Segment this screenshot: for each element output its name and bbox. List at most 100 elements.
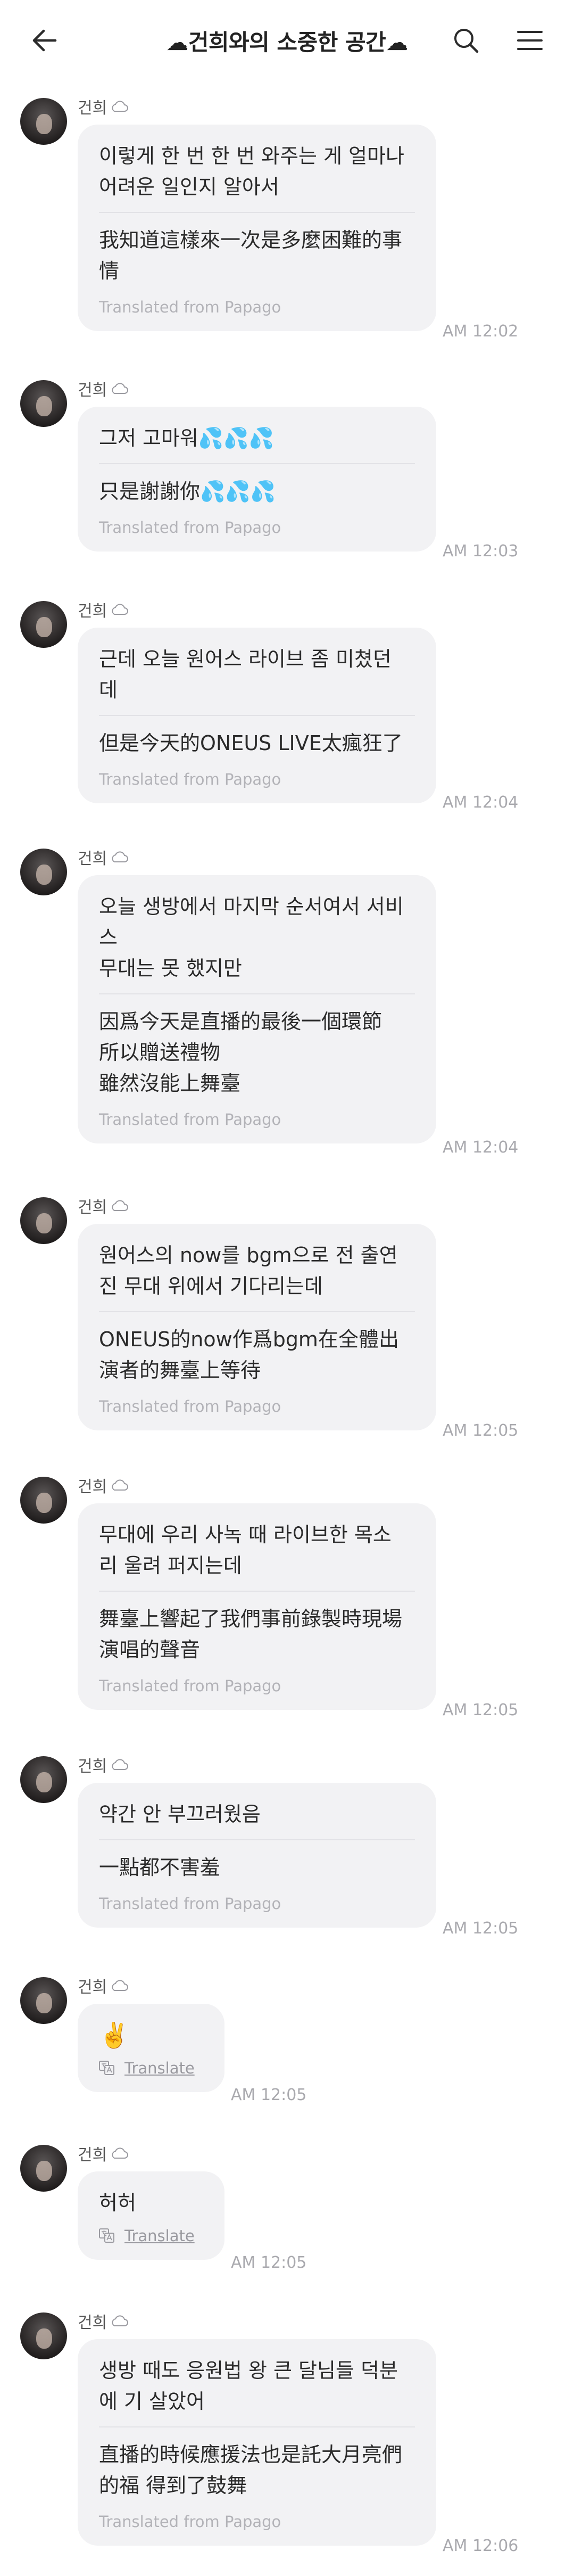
original-text: 생방 때도 응원법 왕 큰 달님들 덕분 에 기 살았어 [99,2359,398,2413]
message-time: AM 12:02 [443,322,519,341]
message-bubble[interactable]: 약간 안 부끄러웠음 一點都不害羞 Translated from Papago [78,1783,436,1928]
translated-text: 因爲今天是直播的最後一個環節 所以贈送禮物 雖然沒能上舞臺 [99,1010,382,1095]
sender-name-row: 건희 [78,1753,129,1776]
search-button[interactable] [447,21,485,60]
message-time: AM 12:05 [443,1421,519,1440]
avatar[interactable] [20,601,67,648]
translated-text: 只是謝謝你💦💦💦 [99,480,276,503]
cloud-icon [112,2315,129,2326]
back-button[interactable] [26,21,64,60]
translation-credit: Translated from Papago [99,2513,281,2531]
sender-name: 건희 [78,1198,107,1217]
translation-credit: Translated from Papago [99,1895,281,1913]
message-item: 건희 오늘 생방에서 마지막 순서여서 서비 스 무대는 못 했지만 因爲今天是… [0,836,574,1157]
avatar[interactable] [20,1477,67,1524]
cloud-icon [112,1980,129,1991]
message-bubble[interactable]: 허허 Translate [78,2171,224,2260]
divider [99,1311,415,1312]
cloud-icon [112,1479,129,1491]
message-item: 건희 허허 Translate AM 12:05 [0,2132,574,2286]
avatar[interactable] [20,1977,67,2024]
translated-text: 我知道這樣來一次是多麼困難的事 情 [99,228,403,283]
divider [99,993,415,994]
translated-text: 直播的時候應援法也是託大月亮們 的福 得到了鼓舞 [99,2443,403,2497]
message-bubble[interactable]: 근데 오늘 원어스 라이브 좀 미쳤던 데 但是今天的ONEUS LIVE太瘋狂… [78,628,436,803]
avatar[interactable] [20,98,67,145]
message-item: 건희 생방 때도 응원법 왕 큰 달님들 덕분 에 기 살았어 直播的時候應援法… [0,2300,574,2566]
sender-name: 건희 [78,1757,107,1776]
sender-name: 건희 [78,850,107,868]
message-bubble[interactable]: 무대에 우리 사녹 때 라이브한 목소 리 울려 퍼지는데 舞臺上響起了我們事前… [78,1503,436,1710]
sender-name: 건희 [78,602,107,621]
message-item: 건희 이렇게 한 번 한 번 와주는 게 얼마나 어려운 일인지 알아서 我知道… [0,85,574,362]
cloud-icon [112,1200,129,1211]
translate-label: Translate [124,2227,195,2245]
sender-name: 건희 [78,2146,107,2165]
translate-label: Translate [124,2059,195,2077]
message-bubble[interactable]: 이렇게 한 번 한 번 와주는 게 얼마나 어려운 일인지 알아서 我知道這樣來… [78,125,436,331]
chat-title: ☁건희와의 소중한 공간☁ [166,29,408,55]
avatar[interactable] [20,2312,67,2359]
message-time: AM 12:04 [443,793,519,812]
hamburger-menu-icon [517,31,543,50]
avatar[interactable] [20,1197,67,1244]
message-time: AM 12:06 [443,2537,519,2555]
translation-credit: Translated from Papago [99,519,281,537]
message-bubble[interactable]: 생방 때도 응원법 왕 큰 달님들 덕분 에 기 살았어 直播的時候應援法也是託… [78,2339,436,2546]
sender-name-row: 건희 [78,2142,129,2165]
translation-credit: Translated from Papago [99,770,281,788]
message-item: 건희 ✌️ Translate AM 12:05 [0,1964,574,2119]
message-time: AM 12:03 [443,542,519,561]
divider [99,1839,415,1840]
sender-name-row: 건희 [78,1474,129,1497]
sender-name: 건희 [78,381,107,400]
divider [99,1591,415,1592]
cloud-icon [112,1759,129,1770]
sender-name-row: 건희 [78,845,129,869]
translate-icon [99,2061,114,2075]
sender-name-row: 건희 [78,1974,129,1997]
sender-name: 건희 [78,1978,107,1997]
message-item: 건희 그저 고마워💦💦💦 只是謝謝你💦💦💦 Translated from Pa… [0,367,574,575]
translate-button[interactable]: Translate [99,2227,203,2245]
original-text: 그저 고마워💦💦💦 [99,426,274,450]
message-item: 건희 약간 안 부끄러웠음 一點都不害羞 Translated from Pap… [0,1743,574,1951]
message-time: AM 12:05 [231,2253,307,2272]
avatar[interactable] [20,380,67,427]
message-time: AM 12:04 [443,1138,519,1157]
message-bubble[interactable]: 그저 고마워💦💦💦 只是謝謝你💦💦💦 Translated from Papag… [78,407,436,552]
message-item: 건희 근데 오늘 원어스 라이브 좀 미쳤던 데 但是今天的ONEUS LIVE… [0,588,574,822]
message-time: AM 12:05 [443,1701,519,1719]
divider [99,2426,415,2427]
chat-header: ☁건희와의 소중한 공간☁ [0,0,574,80]
original-text: ✌️ [99,2021,130,2050]
translation-credit: Translated from Papago [99,1677,281,1695]
message-item: 건희 무대에 우리 사녹 때 라이브한 목소 리 울려 퍼지는데 舞臺上響起了我… [0,1464,574,1730]
sender-name-row: 건희 [78,377,129,400]
translated-text: 舞臺上響起了我們事前錄製時現場 演唱的聲音 [99,1607,403,1661]
menu-button[interactable] [511,21,549,60]
sender-name-row: 건희 [78,1194,129,1217]
original-text: 근데 오늘 원어스 라이브 좀 미쳤던 데 [99,647,392,702]
search-icon [454,29,479,53]
cloud-icon [112,604,129,615]
translate-button[interactable]: Translate [99,2059,203,2077]
avatar[interactable] [20,2145,67,2192]
message-time: AM 12:05 [443,1919,519,1938]
translation-credit: Translated from Papago [99,298,281,316]
divider [99,463,415,464]
message-bubble[interactable]: 원어스의 now를 bgm으로 전 출연 진 무대 위에서 기다리는데 ONEU… [78,1224,436,1430]
translation-credit: Translated from Papago [99,1397,281,1415]
translate-icon [99,2228,114,2243]
sender-name: 건희 [78,99,107,118]
original-text: 원어스의 now를 bgm으로 전 출연 진 무대 위에서 기다리는데 [99,1244,398,1298]
message-bubble[interactable]: ✌️ Translate [78,2004,224,2092]
avatar[interactable] [20,1756,67,1803]
cloud-icon [112,2147,129,2159]
avatar[interactable] [20,849,67,895]
message-item: 건희 원어스의 now를 bgm으로 전 출연 진 무대 위에서 기다리는데 O… [0,1184,574,1451]
message-bubble[interactable]: 오늘 생방에서 마지막 순서여서 서비 스 무대는 못 했지만 因爲今天是直播的… [78,875,436,1143]
original-text: 오늘 생방에서 마지막 순서여서 서비 스 무대는 못 했지만 [99,895,404,980]
original-text: 허허 [99,2191,136,2215]
arrow-left-icon [32,29,57,52]
